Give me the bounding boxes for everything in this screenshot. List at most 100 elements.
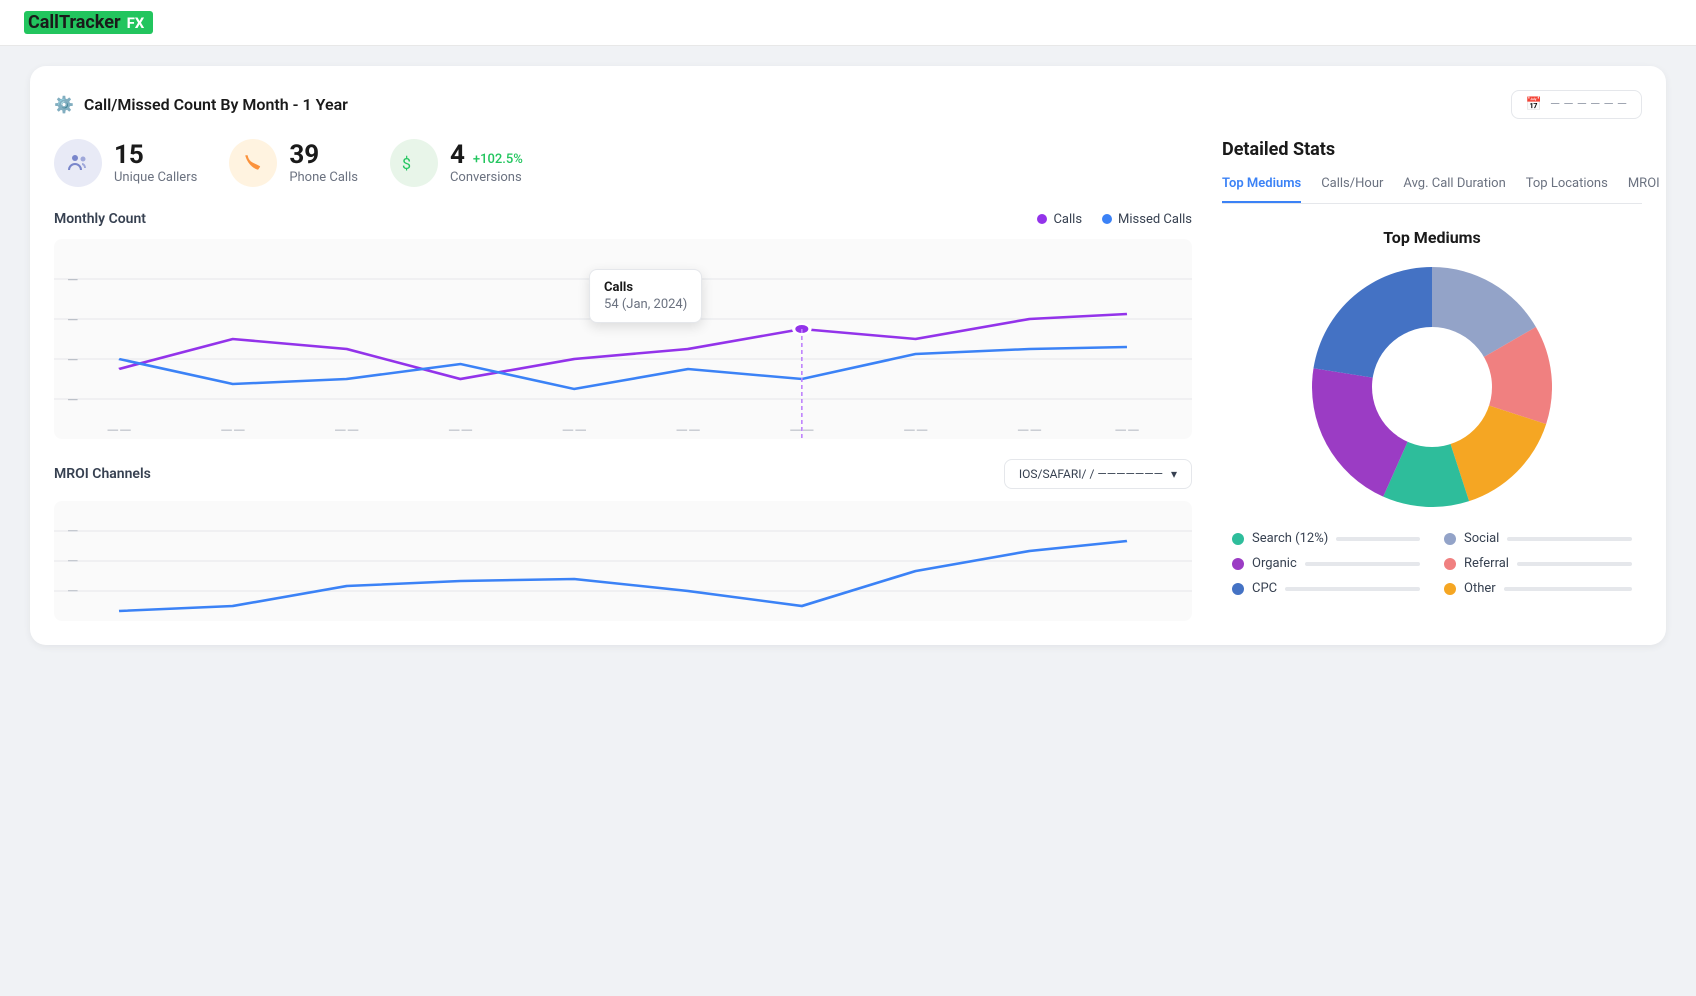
tabs: Top Mediums Calls/Hour Avg. Call Duratio… bbox=[1222, 176, 1642, 204]
stat-calls-info: 39 Phone Calls bbox=[289, 141, 358, 185]
tab-top-mediums[interactable]: Top Mediums bbox=[1222, 176, 1301, 203]
stat-callers-value: 15 bbox=[114, 141, 197, 170]
chart-tooltip: Calls 54 (Jan, 2024) bbox=[589, 269, 702, 323]
mroi-chart-svg: — — — bbox=[54, 501, 1192, 621]
referral-label: Referral bbox=[1464, 556, 1509, 571]
stat-icon-callers bbox=[54, 139, 102, 187]
referral-bar bbox=[1517, 562, 1632, 566]
wrench-icon: ⚙️ bbox=[54, 95, 74, 114]
mroi-dropdown[interactable]: IOS/SAFARI/ / ——————— ▾ bbox=[1004, 459, 1192, 489]
tab-mroi[interactable]: MROI bbox=[1628, 176, 1660, 203]
stat-unique-callers: 15 Unique Callers bbox=[54, 139, 197, 187]
pie-legend-search: Search (12%) bbox=[1232, 531, 1420, 546]
content-grid: 15 Unique Callers 39 Phone Calls bbox=[54, 139, 1642, 621]
date-filter-text: — — — — — — bbox=[1550, 97, 1627, 112]
calendar-icon: 📅 bbox=[1526, 97, 1542, 112]
pie-legend-other: Other bbox=[1444, 581, 1632, 596]
referral-color-dot bbox=[1444, 558, 1456, 570]
svg-text:$: $ bbox=[402, 154, 411, 173]
dashboard-card: ⚙️ Call/Missed Count By Month - 1 Year 📅… bbox=[30, 66, 1666, 645]
stat-conversions-label: Conversions bbox=[450, 170, 523, 185]
card-header: ⚙️ Call/Missed Count By Month - 1 Year 📅… bbox=[54, 90, 1642, 119]
organic-color-dot bbox=[1232, 558, 1244, 570]
pie-section: Top Mediums bbox=[1222, 228, 1642, 596]
stats-row: 15 Unique Callers 39 Phone Calls bbox=[54, 139, 1192, 187]
tab-avg-call-duration[interactable]: Avg. Call Duration bbox=[1403, 176, 1505, 203]
legend-missed-label: Missed Calls bbox=[1118, 212, 1192, 227]
legend-missed-dot bbox=[1102, 214, 1112, 224]
stat-icon-conversions: $ bbox=[390, 139, 438, 187]
svg-text:——: —— bbox=[675, 425, 700, 437]
chevron-down-icon: ▾ bbox=[1171, 467, 1177, 481]
mroi-header: MROI Channels IOS/SAFARI/ / ——————— ▾ bbox=[54, 459, 1192, 489]
other-bar bbox=[1504, 587, 1632, 591]
stat-conversions: $ 4 +102.5% Conversions bbox=[390, 139, 523, 187]
legend-calls-label: Calls bbox=[1053, 212, 1082, 227]
date-filter[interactable]: 📅 — — — — — — bbox=[1511, 90, 1642, 119]
stat-phone-calls: 39 Phone Calls bbox=[229, 139, 358, 187]
chart-header: Monthly Count Calls Missed Calls bbox=[54, 211, 1192, 227]
pie-container bbox=[1312, 267, 1552, 507]
stat-icon-phone bbox=[229, 139, 277, 187]
svg-text:——: —— bbox=[903, 425, 928, 437]
card-title-group: ⚙️ Call/Missed Count By Month - 1 Year bbox=[54, 95, 348, 114]
pie-legend-social: Social bbox=[1444, 531, 1632, 546]
tooltip-value: 54 (Jan, 2024) bbox=[604, 297, 687, 312]
social-label: Social bbox=[1464, 531, 1499, 546]
top-bar: CallTrackerFX bbox=[0, 0, 1696, 46]
left-panel: 15 Unique Callers 39 Phone Calls bbox=[54, 139, 1192, 621]
monthly-count-section: Monthly Count Calls Missed Calls bbox=[54, 211, 1192, 439]
pie-legend-referral: Referral bbox=[1444, 556, 1632, 571]
svg-text:——: —— bbox=[1017, 425, 1042, 437]
right-panel: Detailed Stats Top Mediums Calls/Hour Av… bbox=[1222, 139, 1642, 621]
other-color-dot bbox=[1444, 583, 1456, 595]
detailed-stats-title: Detailed Stats bbox=[1222, 139, 1642, 160]
svg-text:——: —— bbox=[448, 425, 473, 437]
organic-label: Organic bbox=[1252, 556, 1297, 571]
organic-bar bbox=[1305, 562, 1420, 566]
chart-legend: Calls Missed Calls bbox=[1037, 212, 1192, 227]
pie-title: Top Mediums bbox=[1383, 228, 1481, 247]
tab-calls-hour[interactable]: Calls/Hour bbox=[1321, 176, 1383, 203]
svg-text:——: —— bbox=[789, 425, 814, 437]
pie-legend: Search (12%) Social Organic bbox=[1222, 531, 1642, 596]
svg-text:—: — bbox=[67, 355, 78, 365]
svg-text:——: —— bbox=[106, 425, 131, 437]
tab-top-locations[interactable]: Top Locations bbox=[1526, 176, 1608, 203]
cpc-color-dot bbox=[1232, 583, 1244, 595]
pie-legend-organic: Organic bbox=[1232, 556, 1420, 571]
stat-callers-info: 15 Unique Callers bbox=[114, 141, 197, 185]
stat-callers-label: Unique Callers bbox=[114, 170, 197, 185]
mroi-title: MROI Channels bbox=[54, 466, 151, 482]
mroi-chart-area: — — — bbox=[54, 501, 1192, 621]
mroi-section: MROI Channels IOS/SAFARI/ / ——————— ▾ bbox=[54, 459, 1192, 621]
stat-conversions-change: +102.5% bbox=[473, 152, 523, 167]
svg-text:—: — bbox=[67, 556, 78, 566]
stat-conversions-info: 4 +102.5% Conversions bbox=[450, 141, 523, 185]
search-color-dot bbox=[1232, 533, 1244, 545]
pie-legend-cpc: CPC bbox=[1232, 581, 1420, 596]
mroi-dropdown-label: IOS/SAFARI/ / ——————— bbox=[1019, 467, 1163, 481]
svg-text:——: —— bbox=[562, 425, 587, 437]
social-color-dot bbox=[1444, 533, 1456, 545]
stat-conversions-value: 4 bbox=[450, 141, 465, 170]
monthly-count-title: Monthly Count bbox=[54, 211, 146, 227]
logo: CallTrackerFX bbox=[24, 12, 153, 33]
monthly-chart-area: Calls 54 (Jan, 2024) bbox=[54, 239, 1192, 439]
tooltip-title: Calls bbox=[604, 280, 687, 295]
svg-text:—: — bbox=[67, 526, 78, 536]
legend-calls: Calls bbox=[1037, 212, 1082, 227]
svg-text:——: —— bbox=[334, 425, 359, 437]
other-label: Other bbox=[1464, 581, 1496, 596]
svg-text:—: — bbox=[67, 395, 78, 405]
cpc-bar bbox=[1285, 587, 1420, 591]
stat-calls-value: 39 bbox=[289, 141, 358, 170]
pie-chart-svg bbox=[1312, 267, 1552, 507]
svg-text:——: —— bbox=[220, 425, 245, 437]
svg-text:—: — bbox=[67, 586, 78, 596]
svg-text:—: — bbox=[67, 315, 78, 325]
svg-text:—: — bbox=[67, 275, 78, 285]
search-label: Search (12%) bbox=[1252, 531, 1328, 546]
search-bar bbox=[1336, 537, 1420, 541]
main-container: ⚙️ Call/Missed Count By Month - 1 Year 📅… bbox=[0, 46, 1696, 665]
